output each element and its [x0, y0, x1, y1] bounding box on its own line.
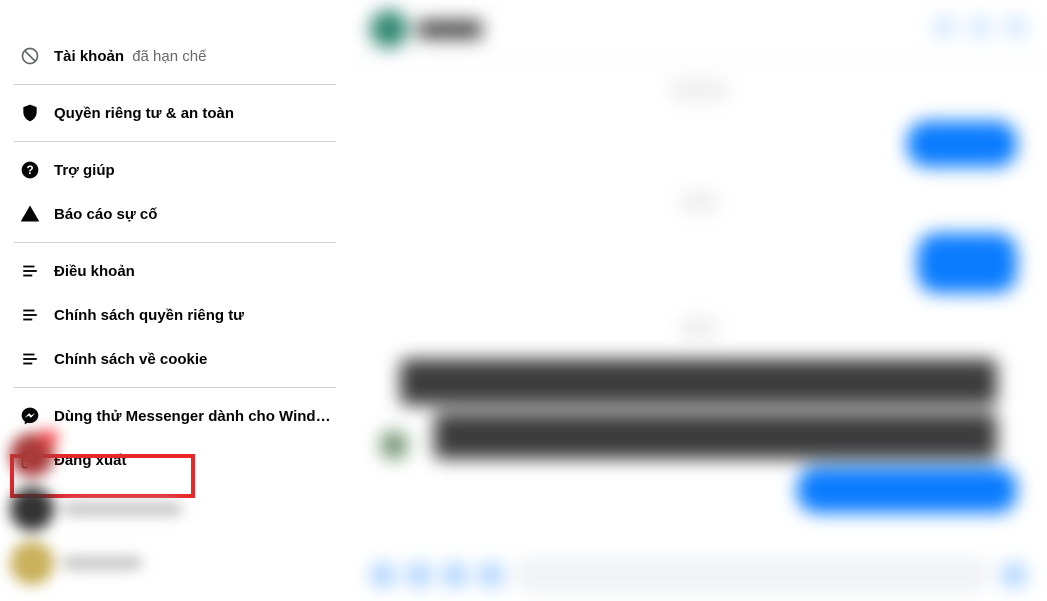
menu-item-help[interactable]: ? Trợ giúp	[0, 148, 350, 192]
menu-label: Trợ giúp	[54, 162, 115, 179]
restricted-icon	[18, 44, 42, 68]
message-input[interactable]	[514, 557, 991, 593]
info-icon[interactable]	[1005, 16, 1027, 38]
svg-text:?: ?	[26, 164, 33, 177]
conversation-title: ██████	[418, 21, 482, 38]
menu-item-report[interactable]: Báo cáo sự cố	[0, 192, 350, 236]
image-icon[interactable]	[406, 562, 432, 588]
menu-label: Báo cáo sự cố	[54, 206, 157, 223]
settings-menu: Tài khoản đã hạn chế Quyền riêng tư & an…	[0, 0, 350, 601]
divider	[14, 141, 336, 142]
document-icon	[18, 303, 42, 327]
menu-label: Chính sách quyền riêng tư	[54, 307, 244, 324]
menu-label: Dùng thử Messenger dành cho Windows	[54, 408, 332, 425]
menu-item-terms[interactable]: Điều khoản	[0, 249, 350, 293]
chat-pane-blurred: ██████	[350, 0, 1047, 601]
messenger-icon	[18, 404, 42, 428]
menu-item-privacy-safety[interactable]: Quyền riêng tư & an toàn	[0, 91, 350, 135]
plus-icon[interactable]	[370, 562, 396, 588]
divider	[14, 84, 336, 85]
avatar	[370, 10, 408, 48]
document-icon	[18, 259, 42, 283]
menu-label: Điều khoản	[54, 263, 135, 280]
like-icon[interactable]	[1001, 562, 1027, 588]
composer[interactable]	[370, 557, 1027, 593]
call-icon[interactable]	[933, 16, 955, 38]
sticker-icon[interactable]	[442, 562, 468, 588]
unread-badge: 5	[40, 429, 58, 447]
gif-icon[interactable]	[478, 562, 504, 588]
divider	[14, 242, 336, 243]
shield-icon	[18, 101, 42, 125]
menu-label: Chính sách về cookie	[54, 351, 207, 368]
menu-item-restricted[interactable]: Tài khoản đã hạn chế	[0, 34, 350, 78]
menu-item-cookie-policy[interactable]: Chính sách về cookie	[0, 337, 350, 381]
document-icon	[18, 347, 42, 371]
menu-label: Tài khoản đã hạn chế	[54, 48, 206, 65]
chat-list-preview: 5	[0, 427, 300, 601]
menu-label: Quyền riêng tư & an toàn	[54, 105, 234, 122]
divider	[14, 387, 336, 388]
help-icon: ?	[18, 158, 42, 182]
menu-item-privacy-policy[interactable]: Chính sách quyền riêng tư	[0, 293, 350, 337]
warning-icon	[18, 202, 42, 226]
video-icon[interactable]	[969, 16, 991, 38]
